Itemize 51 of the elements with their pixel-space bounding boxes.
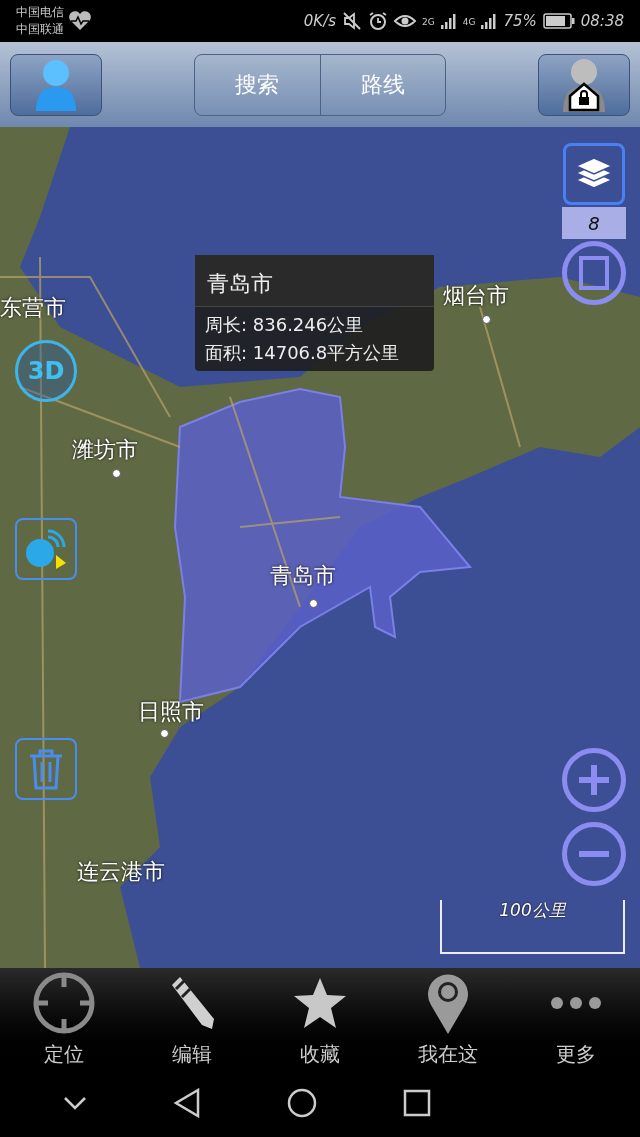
home-lock-button[interactable]: [538, 53, 630, 116]
satellite-dish-icon: [24, 527, 68, 571]
select-area-button[interactable]: [562, 241, 626, 305]
battery-icon: [542, 13, 575, 29]
network-type: 4G: [462, 15, 476, 29]
zoom-in-button[interactable]: [562, 748, 626, 812]
nav-item[interactable]: 收藏: [265, 971, 375, 1069]
eye-icon: [394, 13, 416, 29]
chevron-down-icon[interactable]: [63, 1095, 87, 1110]
nav-item[interactable]: 更多: [521, 971, 631, 1069]
network-speed: 0K/s: [303, 10, 336, 32]
mute-icon: [342, 11, 362, 31]
scale-label: 100公里: [499, 899, 566, 922]
back-icon[interactable]: [173, 1087, 201, 1118]
city-label: 东营市: [0, 297, 66, 319]
user-home-lock-icon: [560, 57, 608, 112]
carrier-name: 中国电信: [16, 4, 64, 21]
star-icon: [293, 977, 347, 1029]
network-type: 2G: [422, 15, 435, 29]
minus-icon: [577, 851, 611, 857]
user-button[interactable]: [10, 53, 102, 116]
location-pin-icon: [426, 971, 470, 1035]
popup-line: 面积: 14706.8平方公里: [205, 341, 401, 365]
more-icon: [550, 996, 602, 1010]
signal-icon: [440, 13, 457, 29]
heart-rate-icon: [68, 11, 92, 31]
city-label: 潍坊市: [72, 439, 138, 461]
nav-item[interactable]: 定位: [9, 971, 119, 1069]
city-label: 烟台市: [443, 285, 509, 307]
city-label: 连云港市: [77, 861, 165, 883]
user-icon: [34, 58, 78, 111]
alarm-icon: [368, 11, 388, 31]
zoom-out-button[interactable]: [562, 822, 626, 886]
city-label: 青岛市: [270, 565, 336, 587]
home-icon[interactable]: [287, 1087, 317, 1118]
square-icon: [579, 256, 609, 290]
signal-icon: [481, 13, 498, 29]
trash-icon: [28, 748, 64, 790]
satellite-map[interactable]: 东营市 烟台市 潍坊市 青岛市 日照市 连云港市 青岛市 周长: 836.246公里 面积: 14706.8平方公里 3D 8 100公里: [0, 127, 640, 968]
popup-title: 青岛市: [195, 255, 434, 307]
recents-icon[interactable]: [403, 1088, 431, 1117]
nav-item[interactable]: 我在这: [393, 971, 503, 1069]
crosshair-icon: [32, 971, 96, 1035]
clock: 08:38: [580, 10, 624, 32]
popup-line: 周长: 836.246公里: [205, 313, 365, 337]
layer-count: 8: [562, 207, 626, 239]
carrier-name: 中国联通: [16, 21, 64, 38]
layers-button[interactable]: [563, 143, 625, 205]
city-label: 日照市: [138, 701, 204, 723]
battery-percent: 75%: [503, 10, 537, 32]
plus-icon: [577, 763, 611, 797]
